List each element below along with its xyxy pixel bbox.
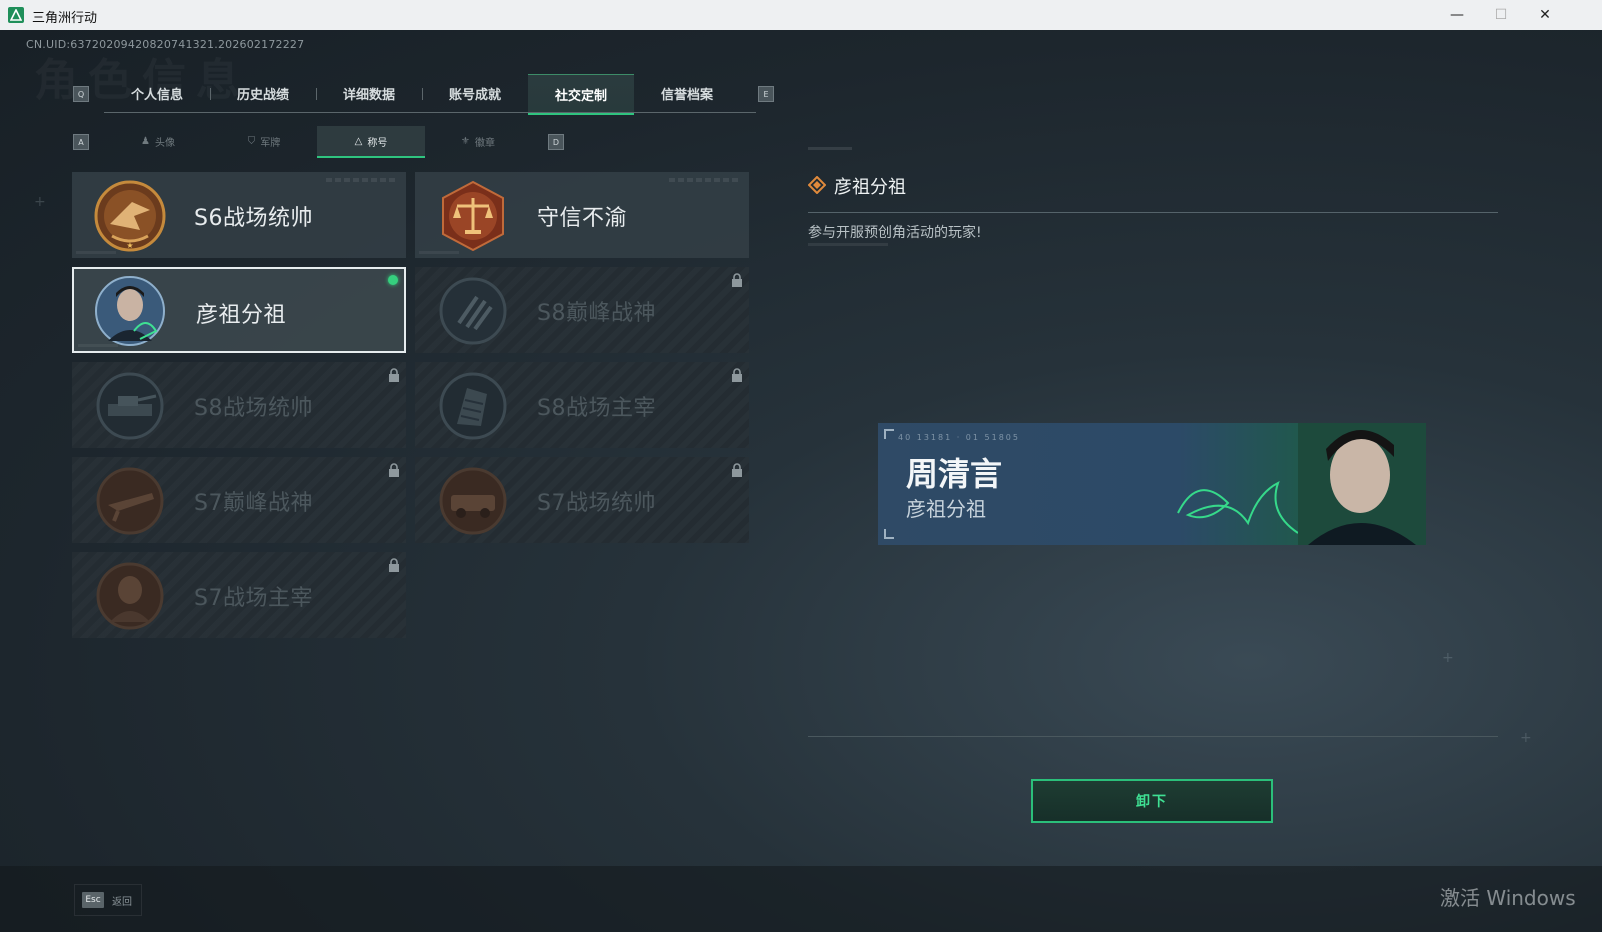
subtab-label: 徽章 (474, 137, 495, 149)
banner-corner (884, 429, 894, 439)
rifle-badge-icon (94, 465, 166, 537)
tab-history[interactable]: 历史战绩 (210, 74, 316, 112)
app-logo-icon (8, 7, 24, 23)
lock-icon (732, 273, 742, 287)
shield-icon: ⛉ (247, 135, 256, 147)
card-deco (419, 251, 459, 254)
title-banner-preview: 40 13181 · 01 51805 周清言 彦祖分祖 (878, 423, 1426, 545)
uid-text: CN.UID:6372020942082074132­1.20260217222… (26, 38, 305, 51)
subtab-label: 军牌 (260, 137, 281, 149)
lock-icon (389, 558, 399, 572)
signature-icon (1177, 481, 1299, 534)
esc-key: Esc (82, 892, 104, 908)
minimize-button[interactable]: — (1434, 0, 1480, 30)
s6-commander-badge-icon: ★ (94, 180, 166, 252)
activation-watermark: 激活 Windows (1440, 886, 1576, 910)
detail-bottom-divider (808, 736, 1498, 737)
subtab-badge[interactable]: ⚜ 徽章 (424, 126, 532, 156)
svg-text:★: ★ (126, 241, 133, 250)
title-label: S8战场主宰 (537, 396, 656, 421)
scales-badge-icon (437, 180, 509, 252)
card-deco (78, 344, 118, 347)
banner-code: 40 13181 · 01 51805 (898, 433, 1020, 442)
lock-icon (732, 368, 742, 382)
back-button[interactable]: Esc 返回 (76, 886, 132, 914)
subtab-label: 称号 (367, 137, 388, 149)
title-label: 彦祖分祖 (196, 303, 287, 328)
title-card-s7-dominator[interactable]: S7战场主宰 (72, 552, 406, 638)
subtab-label: 头像 (154, 137, 175, 149)
deco-cross: + (34, 194, 46, 210)
detail-title: 彦祖分祖 (834, 177, 906, 198)
wings-icon: ⚜ (461, 135, 470, 147)
tab-credit-record[interactable]: 信誉档案 (634, 74, 740, 112)
maximize-button[interactable]: ☐ (1478, 0, 1524, 30)
subtab-prev-key[interactable]: A (73, 134, 89, 150)
title-label: S7巅峰战神 (194, 491, 313, 516)
title-card-s6-commander[interactable]: ★ S6战场统帅 (72, 172, 406, 258)
diamond-icon (808, 176, 826, 194)
game-window: 三角洲行动 — ☐ ✕ 角色信息 CN.UID:6372020942082074… (0, 0, 1602, 932)
title-card-s8-dominator[interactable]: S8战场主宰 (415, 362, 749, 448)
card-deco (669, 178, 739, 182)
subtab-dogtag[interactable]: ⛉ 军牌 (210, 126, 318, 156)
lock-icon (389, 368, 399, 382)
portrait-badge-icon (94, 275, 166, 347)
close-button[interactable]: ✕ (1522, 0, 1568, 30)
deco-cross: + (1442, 650, 1454, 666)
detail-description: 参与开服预创角活动的玩家! (808, 225, 982, 241)
person-icon: ♟ (141, 135, 150, 147)
back-label: 返回 (112, 896, 132, 908)
banner-corner (884, 529, 894, 539)
window-title: 三角洲行动 (32, 11, 98, 26)
tab-prev-key[interactable]: Q (73, 86, 89, 102)
title-card-s8-commander[interactable]: S8战场统帅 (72, 362, 406, 448)
detail-deco (808, 147, 852, 150)
unequip-button[interactable]: 卸下 (1031, 779, 1273, 823)
lock-icon (732, 463, 742, 477)
tab-detailed-data[interactable]: 详细数据 (316, 74, 422, 112)
banner-title: 彦祖分祖 (906, 497, 986, 521)
triangle-icon: △ (354, 135, 363, 147)
detail-deco (808, 243, 888, 246)
tab-achievements[interactable]: 账号成就 (422, 74, 528, 112)
tab-personal-info[interactable]: 个人信息 (104, 74, 210, 112)
equipped-indicator (388, 275, 398, 285)
title-label: S6战场统帅 (194, 206, 313, 231)
subtab-title[interactable]: △ 称号 (317, 126, 425, 158)
tabs-underline (104, 112, 756, 113)
window-titlebar: 三角洲行动 — ☐ ✕ (0, 0, 1602, 30)
title-label: 守信不渝 (537, 206, 628, 231)
title-card-s8-god[interactable]: S8巅峰战神 (415, 267, 749, 353)
lock-icon (389, 463, 399, 477)
subtab-next-key[interactable]: D (548, 134, 564, 150)
card-deco (326, 178, 396, 182)
title-label: S7战场主宰 (194, 586, 313, 611)
deco-cross: + (1520, 730, 1532, 746)
tab-next-key[interactable]: E (758, 86, 774, 102)
game-screen: 角色信息 CN.UID:6372020942082074132­1.202602… (0, 30, 1602, 932)
detail-divider (808, 212, 1498, 213)
s8-god-badge-icon (437, 275, 509, 347)
banner-player-name: 周清言 (906, 455, 1003, 493)
title-card-trustworthy[interactable]: 守信不渝 (415, 172, 749, 258)
tank-badge-icon (94, 370, 166, 442)
portrait-icon (1298, 423, 1426, 545)
title-card-s7-god[interactable]: S7巅峰战神 (72, 457, 406, 543)
subtab-avatar[interactable]: ♟ 头像 (104, 126, 212, 156)
title-card-s7-commander[interactable]: S7战场统帅 (415, 457, 749, 543)
title-label: S8巅峰战神 (537, 301, 656, 326)
title-card-yanzu[interactable]: 彦祖分祖 (72, 267, 406, 353)
title-label: S8战场统帅 (194, 396, 313, 421)
footer-bar: Esc 返回 (0, 866, 1602, 932)
card-deco (76, 251, 116, 254)
tab-social-custom[interactable]: 社交定制 (528, 74, 634, 115)
vehicle-badge-icon (437, 465, 509, 537)
soldier-badge-icon (94, 560, 166, 632)
title-label: S7战场统帅 (537, 491, 656, 516)
building-badge-icon (437, 370, 509, 442)
